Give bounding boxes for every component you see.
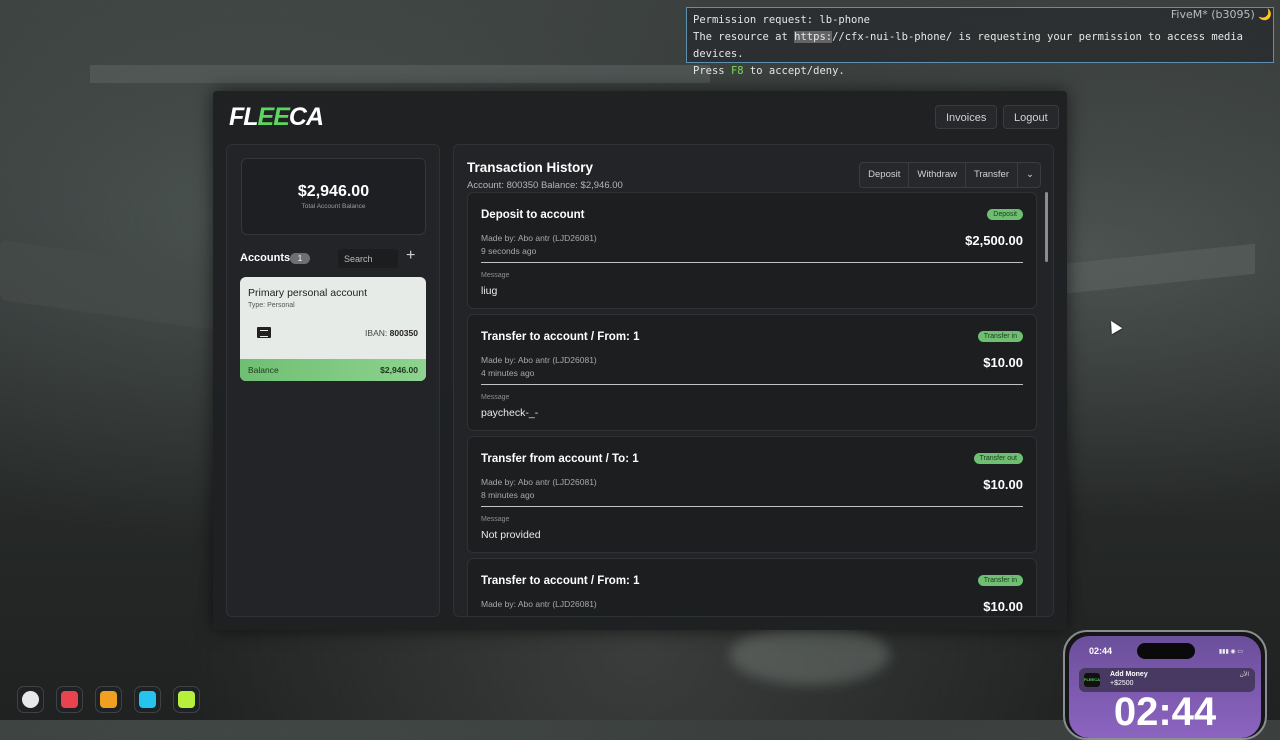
background-light xyxy=(730,625,890,685)
transfer-button[interactable]: Transfer xyxy=(966,163,1018,187)
transaction-time: 9 seconds ago xyxy=(481,246,537,256)
divider xyxy=(481,384,1023,385)
transaction-made-by: Made by: Abo antr (LJD26081) xyxy=(481,355,597,365)
history-title: Transaction History xyxy=(467,160,594,175)
permission-message: The resource at https://cfx-nui-lb-phone… xyxy=(693,31,1243,60)
notification-title: Add Money xyxy=(1110,671,1148,678)
notification-body: +$2500 xyxy=(1110,680,1134,687)
transaction-list: Deposit to account Made by: Abo antr (LJ… xyxy=(467,192,1038,616)
transaction-message: Not provided xyxy=(481,529,541,541)
transaction-item: Transfer to account / From: 1 Made by: A… xyxy=(467,558,1037,616)
account-card[interactable]: Primary personal account Type: Personal … xyxy=(240,277,426,381)
chevron-down-icon[interactable]: ⌄ xyxy=(1018,163,1040,187)
account-type: Type: Personal xyxy=(248,302,295,309)
background-desk xyxy=(0,239,215,331)
accept-key: F8 xyxy=(730,65,744,77)
accounts-search-input[interactable] xyxy=(338,249,398,268)
deposit-button[interactable]: Deposit xyxy=(860,163,910,187)
food-hud-icon xyxy=(95,686,122,713)
transaction-type-badge: Transfer in xyxy=(977,331,1023,342)
transaction-title: Transfer to account / From: 1 xyxy=(481,331,640,343)
phone-lock-clock: 02:44 xyxy=(1113,690,1217,734)
transaction-title: Transfer to account / From: 1 xyxy=(481,575,640,587)
transaction-amount: $2,500.00 xyxy=(965,233,1023,248)
permission-instruction: Press F8 to accept/deny. xyxy=(693,65,845,77)
accounts-title: Accounts xyxy=(240,252,291,264)
transaction-item: Transfer to account / From: 1 Made by: A… xyxy=(467,314,1037,431)
background-shelf xyxy=(90,65,710,83)
card-chip-icon xyxy=(257,327,271,338)
message-label: Message xyxy=(481,394,510,401)
transaction-amount: $10.00 xyxy=(983,477,1023,492)
transaction-type-badge: Transfer in xyxy=(977,575,1023,586)
total-balance-amount: $2,946.00 xyxy=(297,183,370,200)
phone-notification[interactable]: FLEECA Add Money +$2500 الآن xyxy=(1079,668,1255,692)
phone-widget[interactable]: 02:44 ▮▮▮ ◉ ▭ FLEECA Add Money +$2500 ال… xyxy=(1063,630,1267,740)
transaction-history-panel: Transaction History Account: 800350 Bala… xyxy=(453,144,1054,617)
phone-screen: 02:44 ▮▮▮ ◉ ▭ FLEECA Add Money +$2500 ال… xyxy=(1069,636,1261,738)
transaction-type-badge: Deposit xyxy=(987,209,1023,220)
withdraw-button[interactable]: Withdraw xyxy=(909,163,966,187)
transaction-title: Transfer from account / To: 1 xyxy=(481,453,639,465)
dynamic-island xyxy=(1137,643,1195,659)
message-label: Message xyxy=(481,272,510,279)
invoices-button[interactable]: Invoices xyxy=(935,105,998,129)
water-hud-icon xyxy=(134,686,161,713)
background-shelf xyxy=(1040,243,1255,297)
transaction-type-badge: Transfer out xyxy=(973,453,1023,464)
fleeca-app-icon: FLEECA xyxy=(1084,673,1100,687)
message-label: Message xyxy=(481,516,510,523)
bank-window: FLEECA Invoices Logout $2,946.00 Total A… xyxy=(213,91,1067,630)
action-button-group: Deposit Withdraw Transfer ⌄ xyxy=(859,162,1041,188)
notification-time: الآن xyxy=(1239,672,1250,678)
transaction-made-by: Made by: Abo antr (LJD26081) xyxy=(481,477,597,487)
history-scrollbar[interactable] xyxy=(1045,192,1048,262)
account-balance-strip: Balance $2,946.00 xyxy=(240,359,426,381)
signal-icon: ▮▮▮ ◉ ▭ xyxy=(1218,649,1243,655)
history-subtitle: Account: 800350 Balance: $2,946.00 xyxy=(467,180,623,191)
transaction-title: Deposit to account xyxy=(481,209,585,221)
fivem-build-tag: FiveM* (b3095) 🌙 xyxy=(1170,8,1272,21)
total-balance-label: Total Account Balance xyxy=(301,203,366,210)
account-balance-label: Balance xyxy=(248,365,279,375)
transaction-item: Deposit to account Made by: Abo antr (LJ… xyxy=(467,192,1037,309)
transaction-made-by: Made by: Abo antr (LJD26081) xyxy=(481,599,597,609)
transaction-made-by: Made by: Abo antr (LJD26081) xyxy=(481,233,597,243)
add-account-button[interactable]: + xyxy=(406,247,415,265)
mouse-cursor-icon xyxy=(1105,317,1123,335)
transaction-amount: $10.00 xyxy=(983,599,1023,614)
logout-button[interactable]: Logout xyxy=(1003,105,1059,129)
stamina-hud-icon xyxy=(173,686,200,713)
account-iban: IBAN: 800350 xyxy=(365,328,418,338)
transaction-amount: $10.00 xyxy=(983,355,1023,370)
phone-status-time: 02:44 xyxy=(1089,646,1113,656)
user-hud-icon xyxy=(17,686,44,713)
health-hud-icon xyxy=(56,686,83,713)
account-name: Primary personal account xyxy=(248,287,368,299)
transaction-message: liug xyxy=(481,285,498,297)
account-balance-amount: $2,946.00 xyxy=(380,365,418,375)
fleeca-logo: FLEECA xyxy=(229,103,324,131)
total-balance-card: $2,946.00 Total Account Balance xyxy=(241,158,426,235)
accounts-panel: $2,946.00 Total Account Balance Accounts… xyxy=(226,144,440,617)
accounts-count-badge: 1 xyxy=(290,253,310,264)
transaction-message: paycheck-_- xyxy=(481,407,539,419)
divider xyxy=(481,506,1023,507)
transaction-item: Transfer from account / To: 1 Made by: A… xyxy=(467,436,1037,553)
accounts-header: Accounts 1 + xyxy=(240,247,430,269)
transaction-time: 8 minutes ago xyxy=(481,490,535,500)
transaction-time: 4 minutes ago xyxy=(481,368,535,378)
divider xyxy=(481,262,1023,263)
